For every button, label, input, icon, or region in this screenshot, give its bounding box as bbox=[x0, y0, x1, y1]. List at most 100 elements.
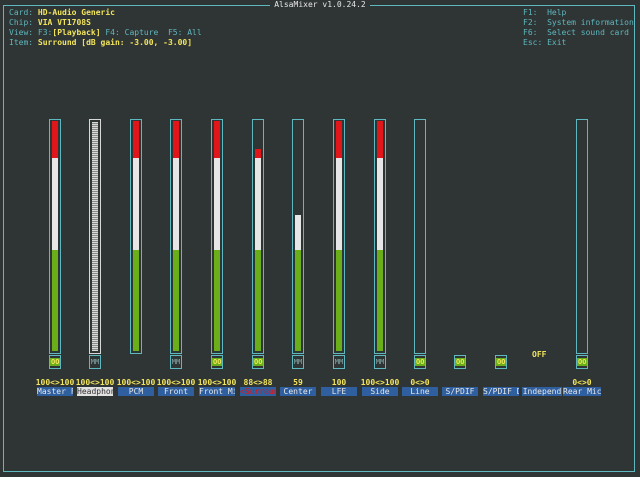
mute-toggle-lfe[interactable]: MM bbox=[333, 355, 345, 369]
slider-fill bbox=[92, 122, 98, 351]
mute-toggle-rear-mic[interactable]: OO bbox=[576, 355, 588, 369]
chip-value: VIA VT1708S bbox=[37, 18, 91, 27]
volume-slider-surround[interactable] bbox=[252, 119, 264, 354]
level-green bbox=[173, 250, 179, 351]
level-red bbox=[214, 121, 220, 158]
volume-slider-rear-mic[interactable] bbox=[576, 119, 588, 354]
alsamixer-window: AlsaMixer v1.0.24.2 Card: HD-Audio Gener… bbox=[0, 0, 640, 477]
volume-slider-center[interactable] bbox=[292, 119, 304, 354]
channel-label-rear-mic[interactable]: Rear Mic bbox=[563, 387, 601, 396]
channel-label-headphon[interactable]: Headphon bbox=[77, 387, 113, 396]
independent-switch[interactable]: OFF bbox=[532, 350, 546, 360]
channel-label-side[interactable]: Side bbox=[362, 387, 398, 396]
channel-label-s-pdif-d[interactable]: S/PDIF D bbox=[483, 387, 519, 396]
mute-state: OO bbox=[50, 358, 61, 366]
level-red bbox=[173, 121, 179, 158]
slider-fill bbox=[377, 121, 383, 351]
slider-fill bbox=[295, 215, 301, 351]
level-green bbox=[133, 250, 139, 351]
view-f3[interactable]: F3: bbox=[38, 28, 52, 37]
chip-key: Chip: bbox=[9, 18, 34, 27]
view-playback[interactable]: [Playback] bbox=[52, 28, 100, 37]
mute-toggle-line[interactable]: OO bbox=[414, 355, 426, 369]
volume-slider-front[interactable] bbox=[170, 119, 182, 354]
mute-toggle-front-mi[interactable]: OO bbox=[211, 355, 223, 369]
volume-slider-line[interactable] bbox=[414, 119, 426, 354]
level-green bbox=[336, 250, 342, 351]
channel-label-text: Surround bbox=[244, 387, 276, 396]
channel-label-surround[interactable]: <Surround> bbox=[240, 387, 276, 396]
level-white bbox=[255, 158, 261, 250]
mute-toggle-master-f[interactable]: OO bbox=[49, 355, 61, 369]
level-green bbox=[377, 250, 383, 351]
level-white bbox=[173, 158, 179, 250]
view-other-modes[interactable]: F4: Capture F5: All bbox=[101, 28, 201, 37]
level-red bbox=[255, 149, 261, 158]
level-red bbox=[133, 121, 139, 158]
channel-label-center[interactable]: Center bbox=[280, 387, 316, 396]
mute-toggle-surround[interactable]: OO bbox=[252, 355, 264, 369]
mute-toggle-s-pdif[interactable]: OO bbox=[454, 355, 466, 369]
channel-label-line[interactable]: Line bbox=[402, 387, 438, 396]
channel-label-front[interactable]: Front bbox=[158, 387, 194, 396]
slider-fill bbox=[336, 121, 342, 351]
level-red bbox=[377, 121, 383, 158]
slider-fill bbox=[255, 149, 261, 351]
level-white bbox=[133, 158, 139, 250]
mute-state: MM bbox=[171, 358, 181, 366]
level-white bbox=[214, 158, 220, 250]
mute-toggle-center[interactable]: MM bbox=[292, 355, 304, 369]
channel-label-lfe[interactable]: LFE bbox=[321, 387, 357, 396]
mute-toggle-front[interactable]: MM bbox=[170, 355, 182, 369]
mute-state: OO bbox=[577, 358, 588, 366]
slider-fill bbox=[52, 121, 58, 351]
level-white bbox=[377, 158, 383, 250]
slider-fill bbox=[214, 121, 220, 351]
level-red bbox=[52, 121, 58, 158]
card-key: Card: bbox=[9, 8, 34, 17]
mute-toggle-headphon[interactable]: MM bbox=[89, 355, 101, 369]
help-esc[interactable]: Esc: Exit bbox=[523, 38, 634, 48]
level-green bbox=[255, 250, 261, 351]
channel-label-front-mi[interactable]: Front Mi bbox=[199, 387, 235, 396]
volume-slider-pcm[interactable] bbox=[130, 119, 142, 354]
help-keys: F1: Help F2: System information F6: Sele… bbox=[523, 8, 634, 48]
level-green bbox=[214, 250, 220, 351]
volume-slider-lfe[interactable] bbox=[333, 119, 345, 354]
channel-label-s-pdif[interactable]: S/PDIF bbox=[442, 387, 478, 396]
level-white bbox=[52, 158, 58, 250]
slider-fill bbox=[173, 121, 179, 351]
mute-state: OO bbox=[212, 358, 223, 366]
slider-fill bbox=[133, 121, 139, 351]
channel-label-pcm[interactable]: PCM bbox=[118, 387, 154, 396]
item-value: Surround [dB gain: -3.00, -3.00] bbox=[37, 38, 193, 47]
mute-state: OO bbox=[253, 358, 264, 366]
mute-state: OO bbox=[415, 358, 426, 366]
level-green bbox=[52, 250, 58, 351]
mute-state: OO bbox=[496, 358, 507, 366]
volume-slider-master-f[interactable] bbox=[49, 119, 61, 354]
channel-label-master-f[interactable]: Master F bbox=[37, 387, 73, 396]
channel-label-independ[interactable]: Independ bbox=[522, 387, 562, 396]
mute-state: MM bbox=[334, 358, 344, 366]
mute-state: OO bbox=[455, 358, 466, 366]
mute-state: MM bbox=[375, 358, 385, 366]
help-f2[interactable]: F2: System information bbox=[523, 18, 634, 28]
mute-toggle-side[interactable]: MM bbox=[374, 355, 386, 369]
help-f1[interactable]: F1: Help bbox=[523, 8, 634, 18]
mute-state: MM bbox=[293, 358, 303, 366]
card-info: Card: HD-Audio Generic Chip: VIA VT1708S… bbox=[9, 8, 202, 48]
volume-slider-front-mi[interactable] bbox=[211, 119, 223, 354]
level-white bbox=[336, 158, 342, 250]
level-white bbox=[295, 215, 301, 250]
card-value: HD-Audio Generic bbox=[37, 8, 115, 17]
view-key: View: bbox=[9, 28, 34, 37]
volume-slider-side[interactable] bbox=[374, 119, 386, 354]
help-f6[interactable]: F6: Select sound card bbox=[523, 28, 634, 38]
item-key: Item: bbox=[9, 38, 34, 47]
mute-state: MM bbox=[90, 358, 100, 366]
level-red bbox=[336, 121, 342, 158]
volume-slider-headphon[interactable] bbox=[89, 119, 101, 354]
level-green bbox=[295, 250, 301, 351]
mute-toggle-s-pdif-d[interactable]: OO bbox=[495, 355, 507, 369]
